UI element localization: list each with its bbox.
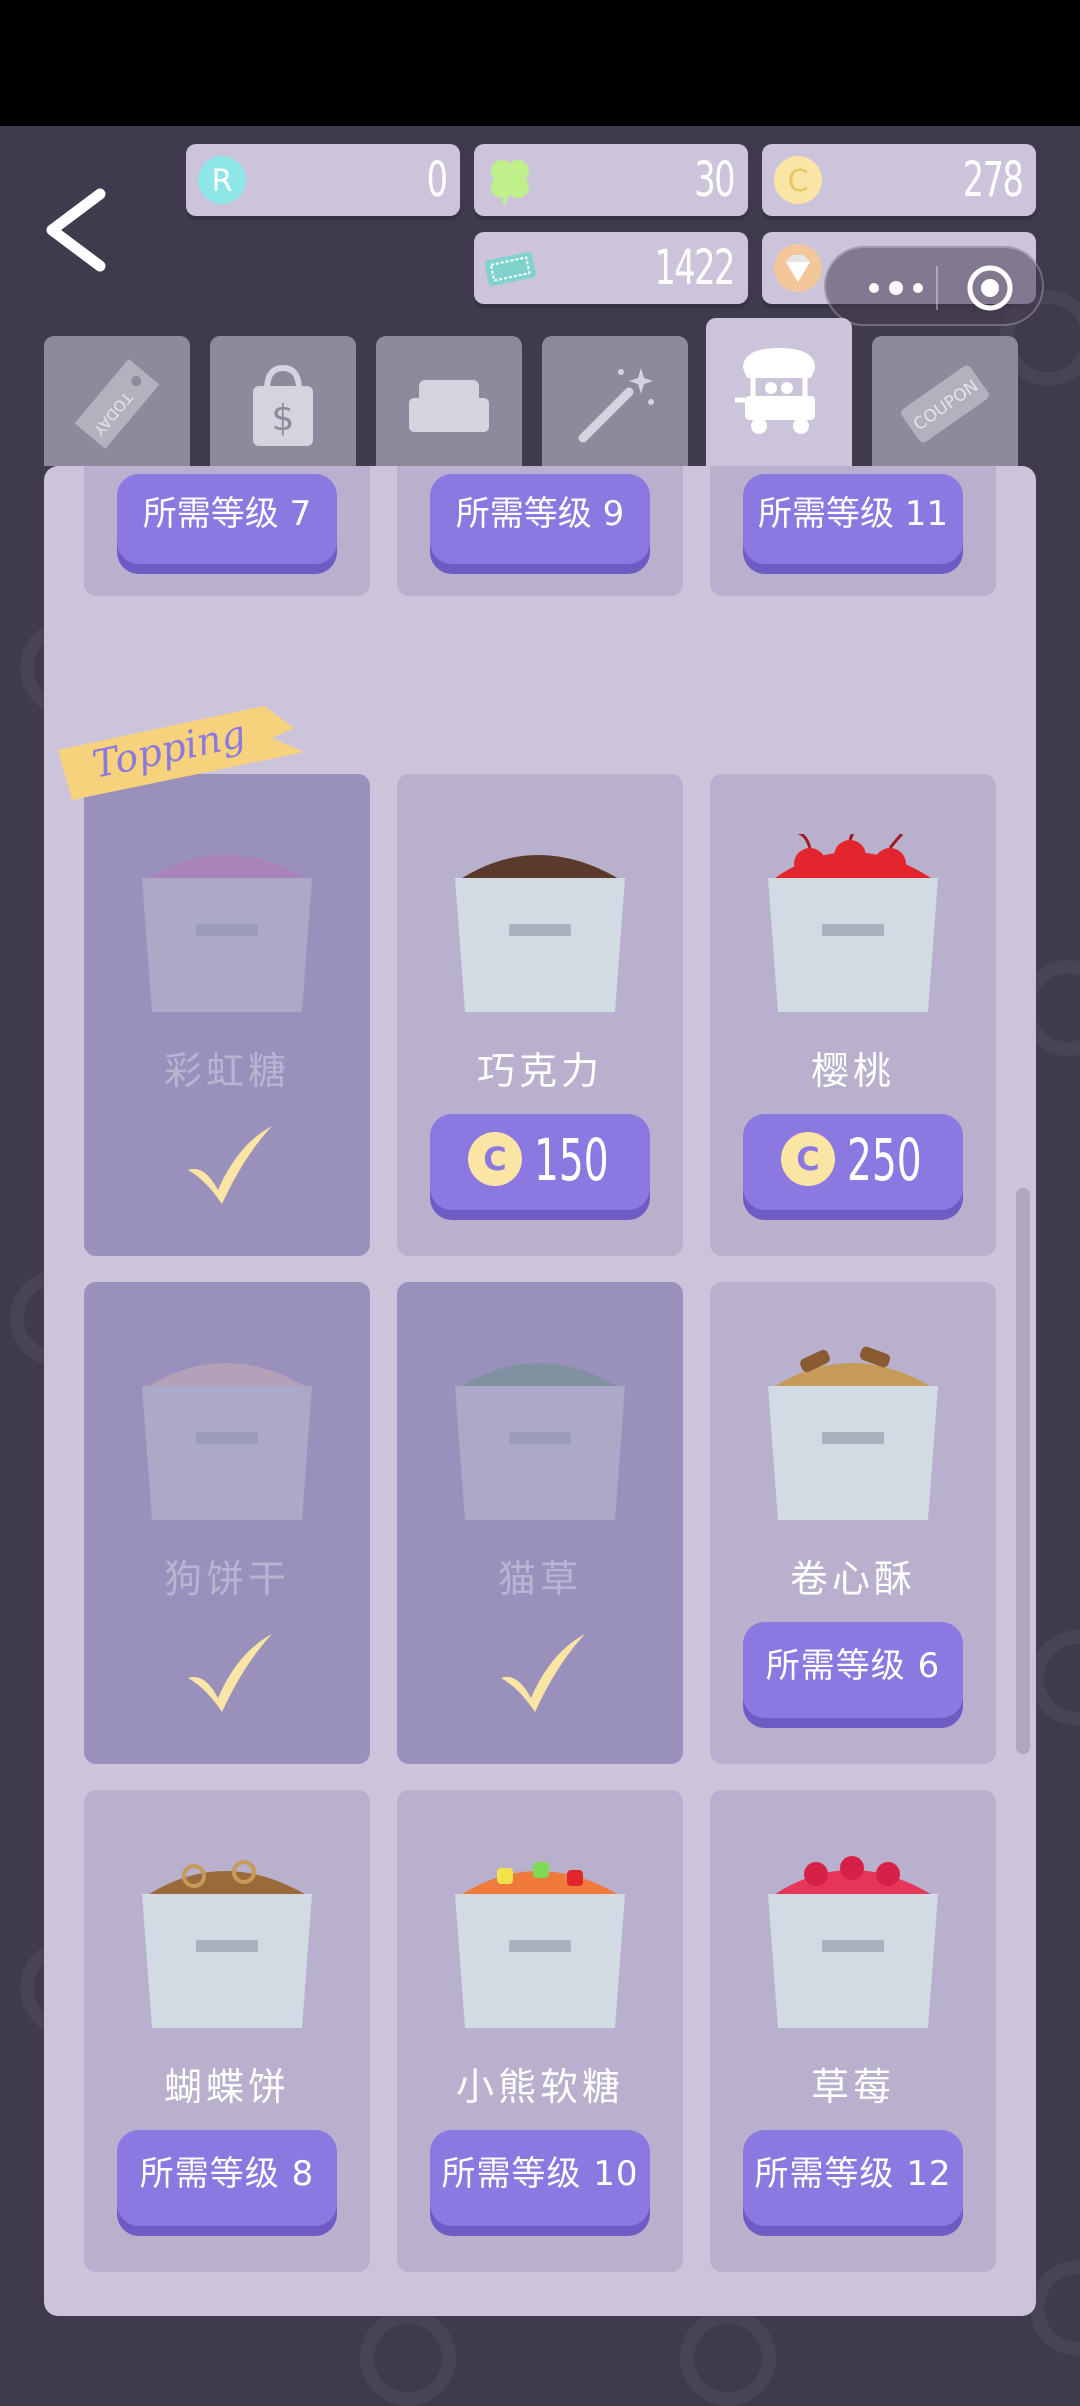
level-required-button[interactable]: 所需等级 7 bbox=[117, 474, 337, 564]
tab-today[interactable]: TODAY bbox=[44, 336, 190, 466]
item-name: 彩虹糖 bbox=[163, 1049, 290, 1093]
back-button[interactable] bbox=[34, 180, 134, 280]
coin-icon: C bbox=[774, 156, 822, 204]
capsule-divider bbox=[936, 266, 938, 310]
buy-button[interactable]: C 150 bbox=[430, 1114, 650, 1210]
list-item: 所需等级 11 bbox=[710, 466, 996, 596]
level-required-button[interactable]: 所需等级 6 bbox=[743, 1622, 963, 1718]
coin-icon: C bbox=[781, 1132, 835, 1186]
item-name: 樱桃 bbox=[810, 1049, 895, 1093]
scrollbar[interactable] bbox=[1016, 1188, 1030, 1754]
ice-cream-cart-icon bbox=[735, 348, 815, 434]
shop-panel: 所需等级 7 所需等级 9 所需等级 11 彩虹糖 巧克力 C 150 樱桃 C… bbox=[44, 466, 1036, 2316]
r-currency-bar: R 0 bbox=[186, 144, 460, 216]
svg-text:C: C bbox=[788, 164, 809, 199]
level-label: 所需等级 12 bbox=[754, 2154, 952, 2194]
list-item: 所需等级 9 bbox=[397, 466, 683, 596]
coupon-icon: COUPON bbox=[901, 365, 989, 443]
rainbow-sprinkles-box-icon bbox=[142, 855, 312, 1012]
tab-ice-cream-cart[interactable] bbox=[706, 318, 852, 470]
level-label: 所需等级 6 bbox=[765, 1646, 941, 1686]
topping-card-strawberry[interactable]: 草莓 所需等级 12 bbox=[710, 1790, 996, 2272]
tab-coupon[interactable]: COUPON bbox=[872, 336, 1018, 466]
more-options-icon[interactable] bbox=[856, 266, 936, 306]
level-required-button[interactable]: 所需等级 10 bbox=[430, 2130, 650, 2226]
checkmark-icon bbox=[188, 1126, 272, 1204]
background-coin-icon bbox=[1030, 2260, 1080, 2356]
wafer-roll-box-icon bbox=[768, 1346, 938, 1520]
topping-section-ribbon: Topping bbox=[58, 706, 304, 800]
level-label: 所需等级 10 bbox=[441, 2154, 639, 2194]
r-currency-value: 0 bbox=[426, 152, 447, 208]
magic-wand-icon bbox=[578, 368, 654, 443]
level-required-button[interactable]: 所需等级 8 bbox=[117, 2130, 337, 2226]
topping-card-wafer-roll[interactable]: 卷心酥 所需等级 6 bbox=[710, 1282, 996, 1764]
background-coin-icon bbox=[1030, 1630, 1080, 1726]
ticket-icon bbox=[484, 252, 536, 286]
chocolate-box-icon bbox=[455, 855, 625, 1012]
topping-card-gummy-bear[interactable]: 小熊软糖 所需等级 10 bbox=[397, 1790, 683, 2272]
dog-biscuit-box-icon bbox=[142, 1363, 312, 1520]
tab-magic[interactable] bbox=[542, 336, 688, 466]
close-program-icon[interactable] bbox=[964, 262, 1016, 314]
item-name: 小熊软糖 bbox=[455, 2065, 624, 2109]
item-name: 巧克力 bbox=[476, 1049, 603, 1093]
coin-bar: C 278 bbox=[762, 144, 1036, 216]
topping-card-dog-biscuit[interactable]: 狗饼干 bbox=[84, 1282, 370, 1764]
price: 250 bbox=[847, 1126, 922, 1194]
gummy-bear-box-icon bbox=[455, 1862, 625, 2028]
item-name: 卷心酥 bbox=[789, 1557, 916, 1601]
ticket-bar: 1422 bbox=[474, 232, 748, 304]
cherry-box-icon bbox=[768, 834, 938, 1012]
svg-text:$: $ bbox=[272, 398, 295, 439]
gem-icon bbox=[774, 244, 822, 292]
item-name: 草莓 bbox=[810, 2065, 895, 2109]
clover-value: 30 bbox=[694, 152, 735, 208]
background-coin-icon bbox=[680, 2310, 776, 2406]
checkmark-icon bbox=[501, 1634, 585, 1712]
tab-furniture[interactable] bbox=[376, 336, 522, 466]
level-label: 所需等级 8 bbox=[139, 2154, 315, 2194]
topping-card-catnip[interactable]: 猫草 bbox=[397, 1282, 683, 1764]
mini-program-capsule bbox=[824, 246, 1044, 326]
item-name: 蝴蝶饼 bbox=[163, 2065, 290, 2109]
level-required-button[interactable]: 所需等级 11 bbox=[743, 474, 963, 564]
buy-button[interactable]: C 250 bbox=[743, 1114, 963, 1210]
list-item: 所需等级 7 bbox=[84, 466, 370, 596]
topping-card-pretzel[interactable]: 蝴蝶饼 所需等级 8 bbox=[84, 1790, 370, 2272]
coin-icon: C bbox=[468, 1132, 522, 1186]
r-currency-icon: R bbox=[198, 156, 246, 204]
item-name: 猫草 bbox=[497, 1557, 582, 1601]
svg-text:R: R bbox=[212, 164, 233, 199]
clover-bar: 30 bbox=[474, 144, 748, 216]
topping-card-cherry[interactable]: 樱桃 C 250 bbox=[710, 774, 996, 1256]
item-name: 狗饼干 bbox=[163, 1557, 290, 1601]
level-required-button[interactable]: 所需等级 12 bbox=[743, 2130, 963, 2226]
catnip-box-icon bbox=[455, 1363, 625, 1520]
clover-icon bbox=[491, 160, 529, 205]
sofa-icon bbox=[409, 380, 489, 432]
today-tag-icon: TODAY bbox=[74, 358, 160, 450]
coin-value: 278 bbox=[962, 152, 1023, 208]
pretzel-box-icon bbox=[142, 1860, 312, 2028]
strawberry-box-icon bbox=[768, 1856, 938, 2028]
checkmark-icon bbox=[188, 1634, 272, 1712]
tab-shop-bag[interactable]: $ bbox=[210, 336, 356, 466]
level-required-button[interactable]: 所需等级 9 bbox=[430, 474, 650, 564]
status-bar bbox=[0, 0, 1080, 126]
background-coin-icon bbox=[360, 2310, 456, 2406]
topping-card-chocolate[interactable]: 巧克力 C 150 bbox=[397, 774, 683, 1256]
shopping-bag-icon: $ bbox=[253, 364, 313, 446]
price: 150 bbox=[534, 1126, 609, 1194]
ticket-value: 1422 bbox=[654, 240, 736, 296]
chevron-left-icon bbox=[46, 188, 106, 272]
topping-card-rainbow-sprinkles[interactable]: 彩虹糖 bbox=[84, 774, 370, 1256]
